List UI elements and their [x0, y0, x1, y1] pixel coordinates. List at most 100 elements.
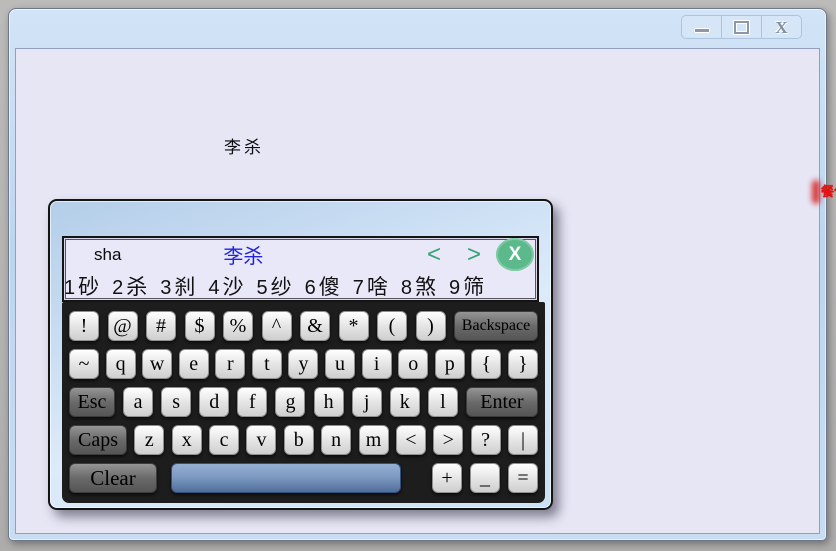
red-glow-decoration — [812, 180, 820, 204]
key-d[interactable]: d — [199, 387, 229, 417]
space-key[interactable] — [171, 463, 401, 493]
ime-close-button[interactable]: X — [496, 238, 534, 271]
key-u[interactable]: u — [325, 349, 355, 379]
next-page-arrow-button[interactable]: > — [467, 243, 481, 267]
candidate-item[interactable]: 1 砂 — [64, 271, 99, 300]
key->[interactable]: > — [433, 425, 463, 455]
minimize-icon — [695, 29, 709, 32]
keyboard-row-2: ~qwertyuiop{} — [62, 345, 545, 383]
key-|[interactable]: | — [508, 425, 538, 455]
candidate-index: 8 — [401, 277, 412, 300]
ime-candidate-panel: sha 李杀 < > X 1 砂 2 杀 3 刹 — [62, 236, 539, 302]
key-p[interactable]: p — [435, 349, 465, 379]
candidate-item[interactable]: 7 啥 — [353, 271, 388, 300]
candidate-character: 砂 — [78, 271, 99, 300]
close-icon: X — [775, 19, 787, 36]
candidate-character: 刹 — [174, 271, 195, 300]
key-~[interactable]: ~ — [69, 349, 99, 379]
key-m[interactable]: m — [359, 425, 389, 455]
window-controls: X — [681, 15, 802, 39]
candidate-character: 煞 — [415, 271, 436, 300]
key-r[interactable]: r — [215, 349, 245, 379]
candidate-item[interactable]: 4 沙 — [208, 271, 243, 300]
key-n[interactable]: n — [321, 425, 351, 455]
key-q[interactable]: q — [106, 349, 136, 379]
key-y[interactable]: y — [288, 349, 318, 379]
candidate-item[interactable]: 2 杀 — [112, 271, 147, 300]
key-i[interactable]: i — [362, 349, 392, 379]
candidate-index: 4 — [208, 277, 219, 300]
candidate-character: 啥 — [367, 271, 388, 300]
key-l[interactable]: l — [428, 387, 458, 417]
key-_[interactable]: _ — [470, 463, 500, 493]
candidate-index: 7 — [353, 277, 364, 300]
key-x[interactable]: x — [172, 425, 202, 455]
close-x-icon: X — [509, 244, 522, 266]
key-?[interactable]: ? — [471, 425, 501, 455]
keyboard-panel: ! @ # $% ^&* () Backspace ~qwertyuiop{} Escasd… — [62, 302, 545, 503]
candidate-character: 纱 — [271, 271, 292, 300]
key-^[interactable]: ^ — [262, 311, 292, 341]
key-a[interactable]: a — [123, 387, 153, 417]
candidate-item[interactable]: 8 煞 — [401, 271, 436, 300]
key-*[interactable]: * — [339, 311, 369, 341]
composition-text: 李杀 — [223, 240, 263, 269]
pinyin-input-text: sha — [94, 245, 121, 265]
key-Backspace[interactable]: Backspace — [454, 311, 538, 341]
key-%[interactable]: % — [223, 311, 253, 341]
key-v[interactable]: v — [246, 425, 276, 455]
candidate-index: 5 — [257, 277, 268, 300]
key-=[interactable]: = — [508, 463, 538, 493]
minimize-button[interactable] — [682, 16, 721, 38]
key-w[interactable]: w — [142, 349, 172, 379]
key-c[interactable]: c — [209, 425, 239, 455]
key-g[interactable]: g — [275, 387, 305, 417]
key-#[interactable]: # — [146, 311, 176, 341]
candidate-item[interactable]: 5 纱 — [257, 271, 292, 300]
key-Caps[interactable]: Caps — [69, 425, 127, 455]
key-+[interactable]: + — [432, 463, 462, 493]
virtual-keyboard-window: sha 李杀 < > X 1 砂 2 杀 3 刹 — [48, 199, 553, 510]
key-<[interactable]: < — [396, 425, 426, 455]
key-h[interactable]: h — [314, 387, 344, 417]
clipped-red-text: 餐甸 — [821, 181, 836, 200]
candidate-index: 1 — [64, 277, 75, 300]
key-j[interactable]: j — [352, 387, 382, 417]
key-o[interactable]: o — [398, 349, 428, 379]
candidate-index: 2 — [112, 277, 123, 300]
candidate-character: 傻 — [319, 271, 340, 300]
key-k[interactable]: k — [390, 387, 420, 417]
key-Enter[interactable]: Enter — [466, 387, 538, 417]
key-Esc[interactable]: Esc — [69, 387, 115, 417]
key-{[interactable]: { — [471, 349, 501, 379]
key-e[interactable]: e — [179, 349, 209, 379]
key-$[interactable]: $ — [185, 311, 215, 341]
key-b[interactable]: b — [284, 425, 314, 455]
key-t[interactable]: t — [252, 349, 282, 379]
key-f[interactable]: f — [237, 387, 267, 417]
close-button[interactable]: X — [761, 16, 801, 38]
maximize-button[interactable] — [721, 16, 761, 38]
keyboard-row-5: Clear + _ = — [62, 459, 545, 497]
key-z[interactable]: z — [134, 425, 164, 455]
candidate-item[interactable]: 6 傻 — [305, 271, 340, 300]
candidate-item[interactable]: 9 筛 — [449, 271, 484, 300]
key-}[interactable]: } — [508, 349, 538, 379]
key-Clear[interactable]: Clear — [69, 463, 157, 493]
keyboard-row-1: ! @ # $% ^&* () Backspace — [62, 307, 545, 345]
desktop: 餐甸 X 李杀 sha 李杀 < > X — [0, 0, 836, 551]
ime-top-bar: sha 李杀 < > X — [64, 238, 537, 271]
key-)[interactable]: ) — [416, 311, 446, 341]
candidate-character: 杀 — [126, 271, 147, 300]
maximize-icon — [734, 21, 749, 34]
typed-text: 李杀 — [224, 133, 264, 158]
key-&[interactable]: & — [300, 311, 330, 341]
candidate-item[interactable]: 3 刹 — [160, 271, 195, 300]
key-s[interactable]: s — [161, 387, 191, 417]
candidate-index: 9 — [449, 277, 460, 300]
key-![interactable]: ! — [69, 311, 99, 341]
candidate-index: 3 — [160, 277, 171, 300]
key-([interactable]: ( — [377, 311, 407, 341]
key-@[interactable]: @ — [108, 311, 138, 341]
prev-page-arrow-button[interactable]: < — [427, 243, 441, 267]
